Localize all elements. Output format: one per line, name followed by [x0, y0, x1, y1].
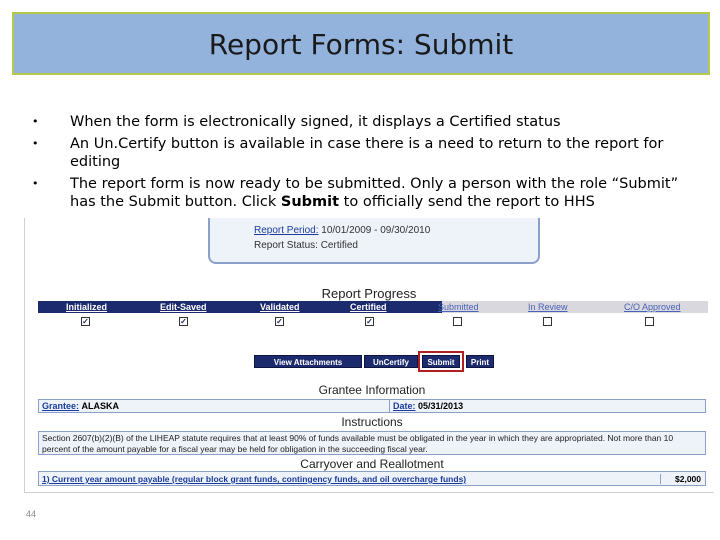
stage-initialized[interactable]: Initialized	[66, 302, 107, 312]
bullet-dot-icon: •	[32, 137, 39, 150]
grantee-row: Grantee: ALASKA Date: 05/31/2013	[38, 399, 706, 413]
bullet-text: When the form is electronically signed, …	[70, 114, 561, 130]
submit-highlight-box	[418, 351, 464, 372]
report-period-panel: Report Period: 10/01/2009 - 09/30/2010 R…	[208, 218, 540, 264]
report-screenshot: Report Period: 10/01/2009 - 09/30/2010 R…	[24, 218, 714, 493]
bullet-item: • An Un.Certify button is available in c…	[30, 135, 690, 171]
report-progress-title: Report Progress	[321, 286, 417, 301]
bullet-text-bold: Submit	[280, 194, 340, 210]
carryover-q1-value: $2,000	[660, 474, 701, 484]
checkbox-in-review	[543, 317, 552, 326]
uncertify-button[interactable]: UnCertify	[364, 355, 418, 368]
page-number: 44	[26, 509, 37, 519]
grantee-info-heading: Grantee Information	[318, 383, 426, 397]
screenshot-edge	[24, 218, 25, 493]
checkbox-validated: ✓	[275, 317, 284, 326]
report-status-value: Certified	[320, 240, 358, 251]
stage-certified[interactable]: Certified	[350, 302, 387, 312]
screenshot-edge	[24, 492, 714, 493]
stage-co-approved[interactable]: C/O Approved	[624, 302, 681, 312]
report-period-label[interactable]: Report Period:	[254, 225, 318, 236]
instructions-text: Section 2607(b)(2)(B) of the LIHEAP stat…	[38, 431, 706, 455]
report-period-value: 10/01/2009 - 09/30/2010	[321, 225, 431, 236]
bullet-item: • When the form is electronically signed…	[30, 113, 690, 131]
bullet-text-after: to officially send the report to HHS	[339, 194, 595, 210]
bullet-list: • When the form is electronically signed…	[30, 113, 690, 215]
bullet-text: An Un.Certify button is available in cas…	[70, 136, 664, 170]
checkbox-initialized: ✓	[81, 317, 90, 326]
checkbox-submitted	[453, 317, 462, 326]
date-label[interactable]: Date:	[393, 401, 416, 411]
checkbox-co-approved	[645, 317, 654, 326]
carryover-heading: Carryover and Reallotment	[300, 457, 444, 471]
carryover-row: 1) Current year amount payable (regular …	[38, 471, 706, 486]
bullet-text: The report form is now ready to be submi…	[70, 175, 690, 211]
grantee-value: ALASKA	[81, 401, 120, 411]
slide-title-banner: Report Forms: Submit	[12, 12, 710, 75]
bullet-item: • The report form is now ready to be sub…	[30, 175, 690, 211]
carryover-q1-label[interactable]: 1) Current year amount payable (regular …	[42, 474, 466, 484]
date-value: 05/31/2013	[418, 401, 464, 411]
view-attachments-button[interactable]: View Attachments	[254, 355, 362, 368]
slide-title: Report Forms: Submit	[208, 28, 514, 61]
stage-edit-saved[interactable]: Edit-Saved	[160, 302, 207, 312]
bullet-dot-icon: •	[32, 177, 39, 190]
stage-submitted[interactable]: Submitted	[438, 302, 479, 312]
checkbox-edit-saved: ✓	[179, 317, 188, 326]
grantee-label[interactable]: Grantee:	[42, 401, 79, 411]
checkbox-certified: ✓	[365, 317, 374, 326]
instructions-heading: Instructions	[341, 415, 403, 429]
bullet-dot-icon: •	[32, 115, 39, 128]
stage-in-review[interactable]: In Review	[528, 302, 568, 312]
print-button[interactable]: Print	[466, 355, 494, 368]
stage-validated[interactable]: Validated	[260, 302, 300, 312]
report-status-label: Report Status:	[254, 240, 318, 251]
